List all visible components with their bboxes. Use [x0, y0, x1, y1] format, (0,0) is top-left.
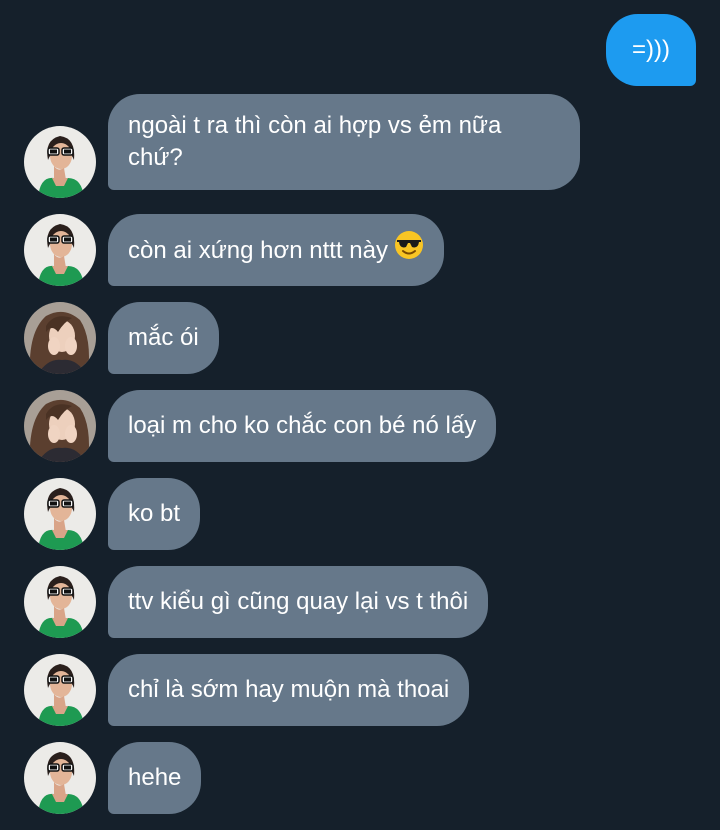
sender-avatar[interactable]: [24, 302, 96, 374]
message-row: mắc ói: [0, 302, 720, 374]
sender-avatar[interactable]: [24, 566, 96, 638]
chat-thread: =))) ngoài t ra thì còn ai hợp vs ẻm nữa…: [0, 0, 720, 830]
sunglasses-woman-avatar: [24, 478, 96, 550]
message-row: loại m cho ko chắc con bé nó lấy: [0, 390, 720, 462]
message-row: còn ai xứng hơn nttt này: [0, 214, 720, 286]
received-message-bubble[interactable]: loại m cho ko chắc con bé nó lấy: [108, 390, 497, 462]
sunglasses-woman-avatar: [24, 566, 96, 638]
sunglasses-woman-avatar: [24, 214, 96, 286]
received-message-bubble[interactable]: ttv kiểu gì cũng quay lại vs t thôi: [108, 566, 489, 638]
message-row: ttv kiểu gì cũng quay lại vs t thôi: [0, 566, 720, 638]
sender-avatar[interactable]: [24, 654, 96, 726]
sender-avatar[interactable]: [24, 214, 96, 286]
message-text: loại m cho ko chắc con bé nó lấy: [128, 412, 477, 439]
received-message-bubble[interactable]: ko bt: [108, 478, 201, 550]
sender-avatar[interactable]: [24, 126, 96, 198]
message-text: hehe: [128, 764, 182, 791]
message-text: chỉ là sớm hay muộn mà thoai: [128, 676, 450, 703]
smiling-face-with-sunglasses-emoji: [394, 230, 424, 269]
received-message-bubble[interactable]: mắc ói: [108, 302, 219, 374]
message-text: ngoài t ra thì còn ai hợp vs ẻm nữa chứ?: [128, 112, 502, 171]
sunglasses-woman-avatar: [24, 126, 96, 198]
message-row: hehe: [0, 742, 720, 814]
message-text: ko bt: [128, 500, 181, 527]
sender-avatar[interactable]: [24, 742, 96, 814]
received-message-bubble[interactable]: chỉ là sớm hay muộn mà thoai: [108, 654, 470, 726]
message-text: =))): [632, 36, 670, 63]
received-message-bubble[interactable]: còn ai xứng hơn nttt này: [108, 214, 444, 286]
sender-avatar[interactable]: [24, 478, 96, 550]
sunglasses-woman-avatar: [24, 742, 96, 814]
message-text: còn ai xứng hơn nttt này: [128, 236, 388, 264]
message-row: ngoài t ra thì còn ai hợp vs ẻm nữa chứ?: [0, 94, 720, 198]
message-text: mắc ói: [128, 324, 199, 351]
long-hair-woman-avatar: [24, 390, 96, 462]
sent-message-bubble[interactable]: =))): [606, 14, 696, 86]
message-text: ttv kiểu gì cũng quay lại vs t thôi: [128, 588, 469, 615]
message-row: ko bt: [0, 478, 720, 550]
sunglasses-woman-avatar: [24, 654, 96, 726]
sender-avatar[interactable]: [24, 390, 96, 462]
received-message-bubble[interactable]: hehe: [108, 742, 202, 814]
message-row: chỉ là sớm hay muộn mà thoai: [0, 654, 720, 726]
received-message-bubble[interactable]: ngoài t ra thì còn ai hợp vs ẻm nữa chứ?: [108, 94, 580, 190]
long-hair-woman-avatar: [24, 302, 96, 374]
